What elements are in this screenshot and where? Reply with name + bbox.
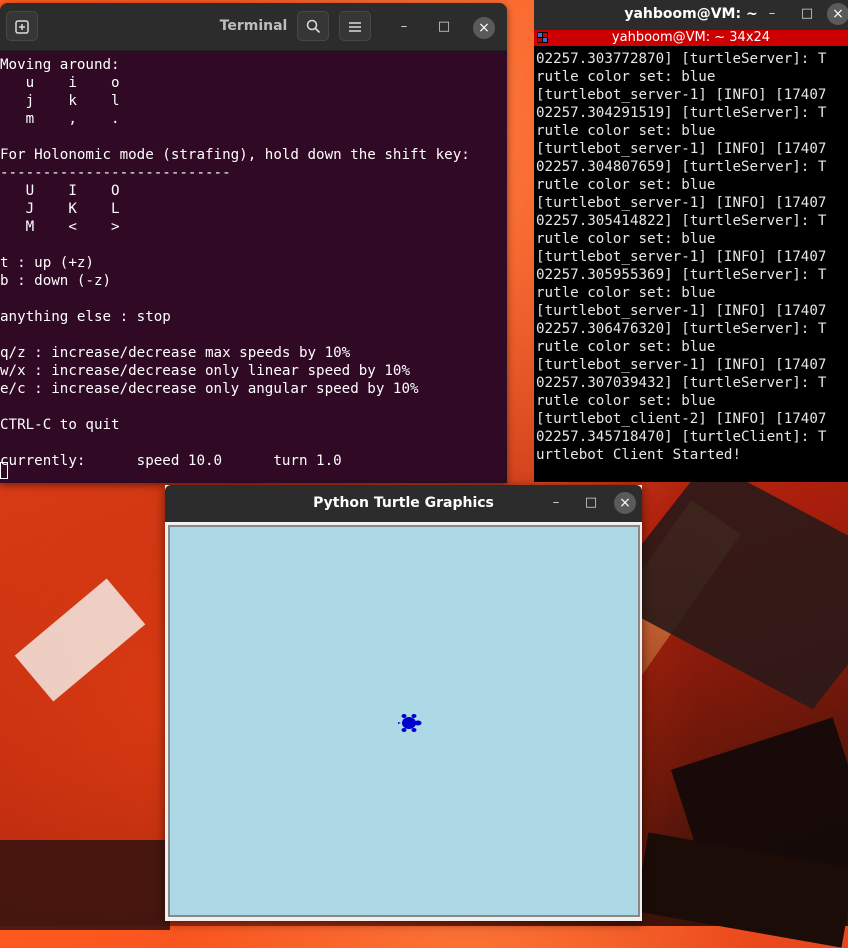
terminal-cursor	[0, 462, 8, 479]
xterm-window[interactable]: yahboom@VM: ~ – □ × yahboom@VM: ~ 34x24 …	[534, 0, 848, 482]
maximize-button[interactable]: □	[798, 5, 816, 23]
turtle-titlebar[interactable]: Python Turtle Graphics – □ ×	[165, 485, 642, 522]
terminal-window[interactable]: Terminal – □ × Moving around: u i o j k …	[0, 3, 507, 483]
hamburger-menu-icon	[349, 22, 361, 32]
minimize-button[interactable]: –	[547, 494, 565, 512]
terminal-app-icon	[537, 32, 548, 43]
close-button[interactable]: ×	[614, 492, 636, 514]
turtle-window[interactable]: Python Turtle Graphics – □ ×	[165, 485, 642, 921]
menu-button[interactable]	[339, 11, 371, 41]
close-button[interactable]: ×	[473, 17, 495, 39]
xterm-subtitle: yahboom@VM: ~ 34x24	[611, 30, 771, 45]
xterm-output[interactable]: 02257.303772870] [turtleServer]: T rutle…	[534, 46, 848, 464]
wallpaper-shape	[14, 578, 146, 702]
search-icon	[306, 19, 320, 34]
terminal-output[interactable]: Moving around: u i o j k l m , . For Hol…	[0, 51, 507, 470]
search-button[interactable]	[297, 11, 329, 41]
turtle-canvas[interactable]	[168, 525, 640, 917]
maximize-button[interactable]: □	[435, 18, 453, 36]
xterm-session-bar: yahboom@VM: ~ 34x24	[534, 30, 848, 46]
minimize-button[interactable]: –	[763, 5, 781, 23]
terminal-headerbar[interactable]: Terminal – □ ×	[0, 3, 507, 51]
wallpaper-shape	[0, 840, 170, 930]
xterm-titlebar[interactable]: yahboom@VM: ~ – □ ×	[534, 0, 848, 30]
turtle-icon	[398, 714, 422, 732]
close-button[interactable]: ×	[827, 3, 848, 25]
terminal-title: Terminal	[219, 18, 288, 34]
minimize-button[interactable]: –	[395, 18, 413, 36]
turtle-window-title: Python Turtle Graphics	[313, 495, 494, 511]
maximize-button[interactable]: □	[582, 494, 600, 512]
